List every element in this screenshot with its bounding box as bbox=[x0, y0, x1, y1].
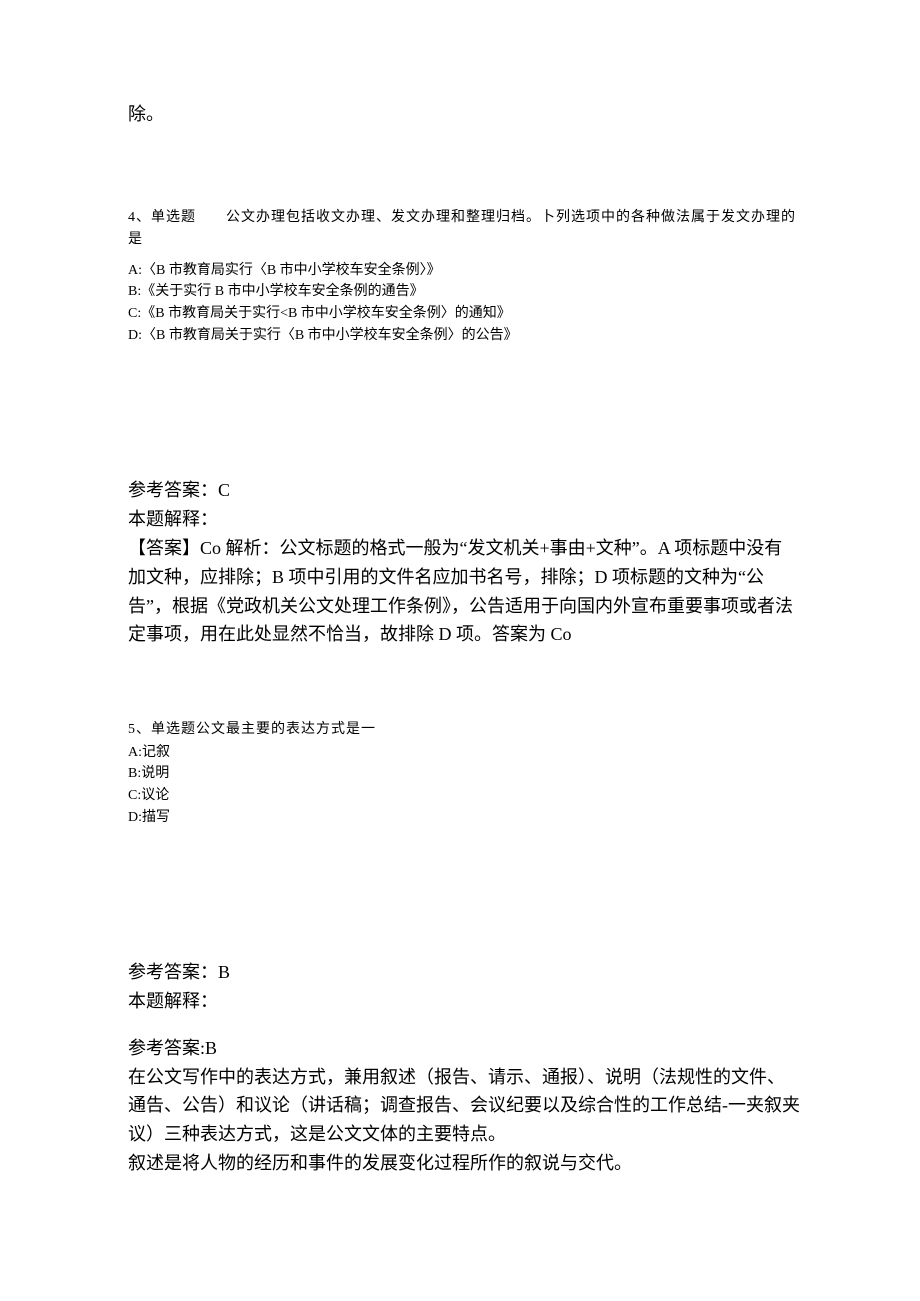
q4-answer-label: 参考答案：C bbox=[128, 476, 800, 505]
q4-option-b: B:《关于实行 B 市中小学校车安全条例的通告》 bbox=[128, 281, 800, 303]
q4-explanation-label: 本题解释： bbox=[128, 505, 800, 534]
q5-body-2: 叙述是将人物的经历和事件的发展变化过程所作的叙说与交代。 bbox=[128, 1149, 800, 1178]
q4-option-c: C:《B 市教育局关于实行<B 市中小学校车安全条例〉的通知》 bbox=[128, 303, 800, 325]
q4-option-d: D:〈B 市教育局关于实行〈B 市中小学校车安全条例〉的公告》 bbox=[128, 325, 800, 347]
q5-option-b: B:说明 bbox=[128, 763, 800, 785]
q5-explanation-label: 本题解释： bbox=[128, 987, 800, 1016]
q5-option-a: A:记叙 bbox=[128, 742, 800, 764]
q4-option-a: A:〈B 市教育局实行〈B 市中小学校车安全条例〉》 bbox=[128, 260, 800, 282]
q3-tail-text: 除。 bbox=[128, 100, 800, 129]
q4-stem: 4、单选题 公文办理包括收文办理、发文办理和整理归档。卜列选项中的各种做法属于发… bbox=[128, 207, 800, 252]
q5-ref-answer: 参考答案:B bbox=[128, 1034, 800, 1063]
q5-body-1: 在公文写作中的表达方式，兼用叙述（报告、请示、通报）、说明（法规性的文件、通告、… bbox=[128, 1063, 800, 1149]
q5-answer-label: 参考答案：B bbox=[128, 958, 800, 987]
q4-explanation-text: 【答案】Co 解析：公文标题的格式一般为“发文机关+事由+文种”。A 项标题中没… bbox=[128, 534, 800, 649]
q5-option-d: D:描写 bbox=[128, 807, 800, 829]
q5-stem: 5、单选题公文最主要的表达方式是一 bbox=[128, 719, 800, 741]
q5-option-c: C:议论 bbox=[128, 785, 800, 807]
